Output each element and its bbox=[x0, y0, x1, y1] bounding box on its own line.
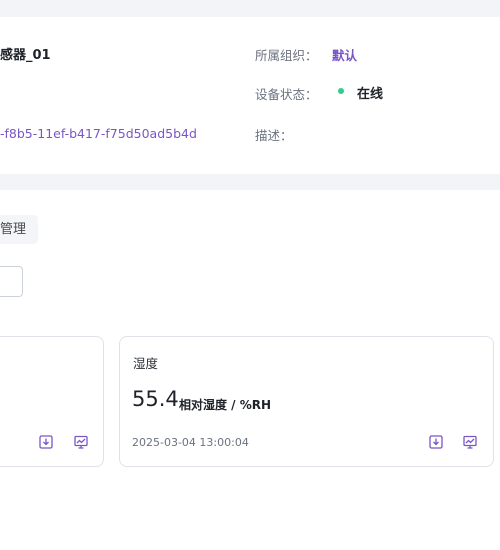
org-label: 所属组织： bbox=[255, 48, 318, 63]
download-icon[interactable] bbox=[38, 434, 54, 450]
metric-timestamp: 2025-03-04 13:00:04 bbox=[132, 436, 249, 449]
org-value: 默认 bbox=[332, 48, 358, 63]
download-icon[interactable] bbox=[428, 434, 444, 450]
status-label: 设备状态： bbox=[255, 87, 318, 102]
humidity-card: 湿度 55.4 相对湿度 / %RH 2025-03-04 13:00:04 bbox=[119, 336, 494, 467]
top-page-gap bbox=[0, 0, 500, 17]
status-value: 在线 bbox=[357, 87, 384, 102]
device-id: -f8b5-11ef-b417-f75d50ad5b4d bbox=[0, 126, 197, 141]
device-name: 感器_01 bbox=[0, 48, 51, 63]
description-label: 描述： bbox=[255, 128, 293, 143]
metric-card-partial bbox=[0, 336, 104, 467]
card-title: 湿度 bbox=[133, 356, 159, 371]
filter-select[interactable] bbox=[0, 266, 23, 297]
metric-unit: 相对湿度 / %RH bbox=[179, 398, 272, 412]
tab-management[interactable]: 管理 bbox=[0, 215, 38, 244]
metric-value: 55.4 bbox=[132, 387, 179, 411]
chart-icon[interactable] bbox=[462, 434, 478, 450]
chart-icon[interactable] bbox=[73, 434, 89, 450]
status-indicator-dot bbox=[338, 88, 344, 94]
section-gap bbox=[0, 174, 500, 190]
